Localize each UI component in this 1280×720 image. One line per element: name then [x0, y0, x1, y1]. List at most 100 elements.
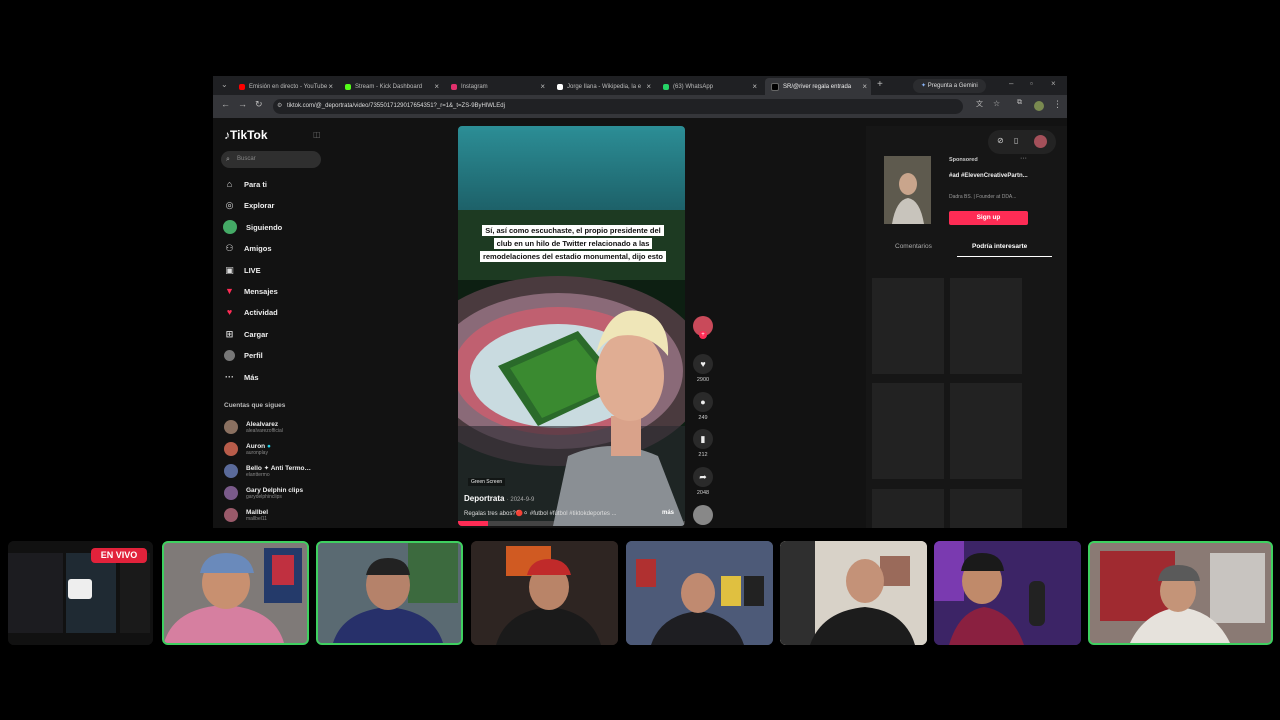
video-tile[interactable] — [950, 383, 1022, 479]
nav-label: Actividad — [244, 307, 278, 317]
close-icon[interactable]: × — [862, 82, 867, 91]
nav-explorar[interactable]: ◎ Explorar — [224, 198, 275, 212]
compass-icon: ◎ — [225, 199, 234, 210]
comment-button[interactable]: ● 249 — [691, 392, 715, 421]
device-icon[interactable]: ▯ — [1014, 136, 1018, 145]
profile-icon — [224, 349, 235, 361]
nav-label: Cargar — [244, 329, 269, 339]
tab-instagram[interactable]: Instagram × — [445, 78, 549, 95]
url-input[interactable]: ⚙ tiktok.com/@_deportrata/video/73550171… — [273, 99, 963, 114]
extensions-icon[interactable]: ⧉ — [1017, 99, 1022, 107]
bookmark-button[interactable]: ▮ 212 — [691, 429, 715, 458]
close-icon[interactable]: × — [328, 82, 333, 91]
new-tab-button[interactable]: + — [877, 79, 883, 90]
nav-para-ti[interactable]: ⌂ Para ti — [224, 177, 267, 191]
account-handle: garydelphinclips — [246, 493, 282, 500]
close-icon[interactable]: × — [646, 82, 651, 91]
tab-tiktok[interactable]: SR/@river regala entrada × — [765, 78, 871, 95]
account-handle: alealvarezofficial — [246, 427, 283, 434]
video-tile[interactable] — [950, 489, 1022, 528]
reload-icon[interactable]: ↻ — [255, 99, 263, 110]
avatar — [224, 420, 238, 434]
ad-more-icon[interactable]: ··· — [1020, 155, 1027, 162]
close-icon[interactable]: × — [752, 82, 757, 91]
more-link[interactable]: más — [662, 510, 674, 516]
tab-comments[interactable]: Comentarios — [895, 243, 932, 250]
account-name: Gary Delphin clips — [246, 486, 304, 494]
share-button[interactable]: ➦ 2048 — [691, 467, 715, 496]
video-date: · 2024-9-9 — [506, 497, 535, 503]
coin-icon[interactable]: ⊘ — [997, 136, 1004, 145]
creator-avatar[interactable]: + — [691, 316, 715, 339]
search-input[interactable]: ⌕ Buscar — [221, 151, 321, 168]
nav-mensajes[interactable]: ▼ Mensajes — [224, 284, 278, 298]
minimize-icon[interactable]: – — [1009, 79, 1013, 88]
following-icon — [223, 220, 237, 234]
video-tile[interactable] — [872, 489, 944, 528]
follow-plus-icon[interactable]: + — [699, 331, 707, 339]
tab-recommended[interactable]: Podría interesarte — [972, 243, 1027, 250]
translate-icon[interactable]: 文 — [976, 99, 983, 109]
following-title: Cuentas que sigues — [224, 402, 286, 409]
close-icon[interactable]: × — [434, 82, 439, 91]
avatar — [224, 442, 238, 456]
site-info-icon[interactable]: ⚙ — [277, 99, 282, 114]
gemini-button[interactable]: ✦ Pregunta a Gemini — [913, 79, 986, 93]
user-avatar[interactable] — [1034, 135, 1047, 148]
like-button[interactable]: ♥ 2900 — [691, 354, 715, 383]
profile-avatar[interactable] — [1034, 101, 1044, 111]
nav-actividad[interactable]: ♥ Actividad — [224, 305, 278, 319]
active-tab-indicator — [957, 256, 1052, 257]
nav-label: LIVE — [244, 265, 261, 275]
tab-bar: ⌄ Emisión en directo - YouTube × Stream -… — [213, 76, 1067, 95]
tiktok-logo[interactable]: ♪TikTok — [224, 128, 268, 142]
following-account[interactable]: Auron ● auronplay — [224, 442, 271, 456]
webcam-2 — [316, 541, 463, 645]
menu-kebab-icon[interactable]: ⋮ — [1053, 99, 1062, 110]
ad-title[interactable]: #ad #ElevenCreativePartn... — [949, 172, 1029, 181]
nav-mas[interactable]: ··· Más — [224, 370, 259, 384]
collapse-sidebar-icon[interactable]: ◫ — [313, 130, 321, 139]
video-player[interactable] — [458, 126, 685, 526]
forward-icon[interactable]: → — [238, 99, 247, 109]
bookmark-star-icon[interactable]: ☆ — [993, 99, 1000, 108]
browser-window: ⌄ Emisión en directo - YouTube × Stream -… — [213, 76, 1067, 528]
close-icon[interactable]: × — [540, 82, 545, 91]
tab-kick[interactable]: Stream - Kick Dashboard × — [339, 78, 443, 95]
bookmark-icon: ▮ — [693, 429, 713, 449]
video-tile[interactable] — [872, 278, 944, 374]
nav-perfil[interactable]: Perfil — [224, 348, 263, 362]
webcam-4 — [626, 541, 773, 645]
nav-cargar[interactable]: ⊞ Cargar — [224, 327, 268, 341]
video-author[interactable]: Deportrata · 2024-9-9 — [464, 494, 534, 503]
back-icon[interactable]: ← — [221, 99, 230, 109]
tab-wikipedia[interactable]: Jorge Ilana - Wikipedia, la e × — [551, 78, 655, 95]
sponsored-label: Sponsored — [949, 157, 978, 163]
signup-button[interactable]: Sign up — [949, 211, 1028, 225]
avatar — [224, 508, 238, 522]
tab-search-icon[interactable]: ⌄ — [221, 80, 228, 89]
following-account[interactable]: Bello ✦ Anti Termo… elanttermo — [224, 464, 311, 478]
account-handle: mallbel11 — [246, 515, 268, 522]
following-account[interactable]: Mallbel mallbel11 — [224, 508, 268, 522]
tab-whatsapp[interactable]: (63) WhatsApp × — [657, 78, 761, 95]
window-close-icon[interactable]: × — [1051, 79, 1056, 88]
maximize-icon[interactable]: ▫ — [1030, 79, 1033, 88]
share-icon: ➦ — [693, 467, 713, 487]
following-account[interactable]: Alealvarez alealvarezofficial — [224, 420, 283, 434]
nav-amigos[interactable]: ⚇ Amigos — [224, 241, 271, 255]
video-tile[interactable] — [950, 278, 1022, 374]
webcam-image — [318, 543, 461, 643]
webcam-image — [471, 541, 618, 645]
video-tile[interactable] — [872, 383, 944, 479]
ad-thumbnail[interactable] — [884, 156, 931, 224]
webcam-3 — [471, 541, 618, 645]
bookmark-count: 212 — [698, 452, 708, 458]
music-disc[interactable] — [691, 505, 715, 525]
following-account[interactable]: Gary Delphin clips garydelphinclips — [224, 486, 303, 500]
nav-siguiendo[interactable]: Siguiendo — [223, 220, 282, 234]
account-name: Auron — [246, 442, 266, 450]
nav-live[interactable]: ▣ LIVE — [224, 263, 261, 277]
url-text: tiktok.com/@_deportrata/video/7355017129… — [287, 103, 505, 109]
tab-youtube[interactable]: Emisión en directo - YouTube × — [233, 78, 337, 95]
